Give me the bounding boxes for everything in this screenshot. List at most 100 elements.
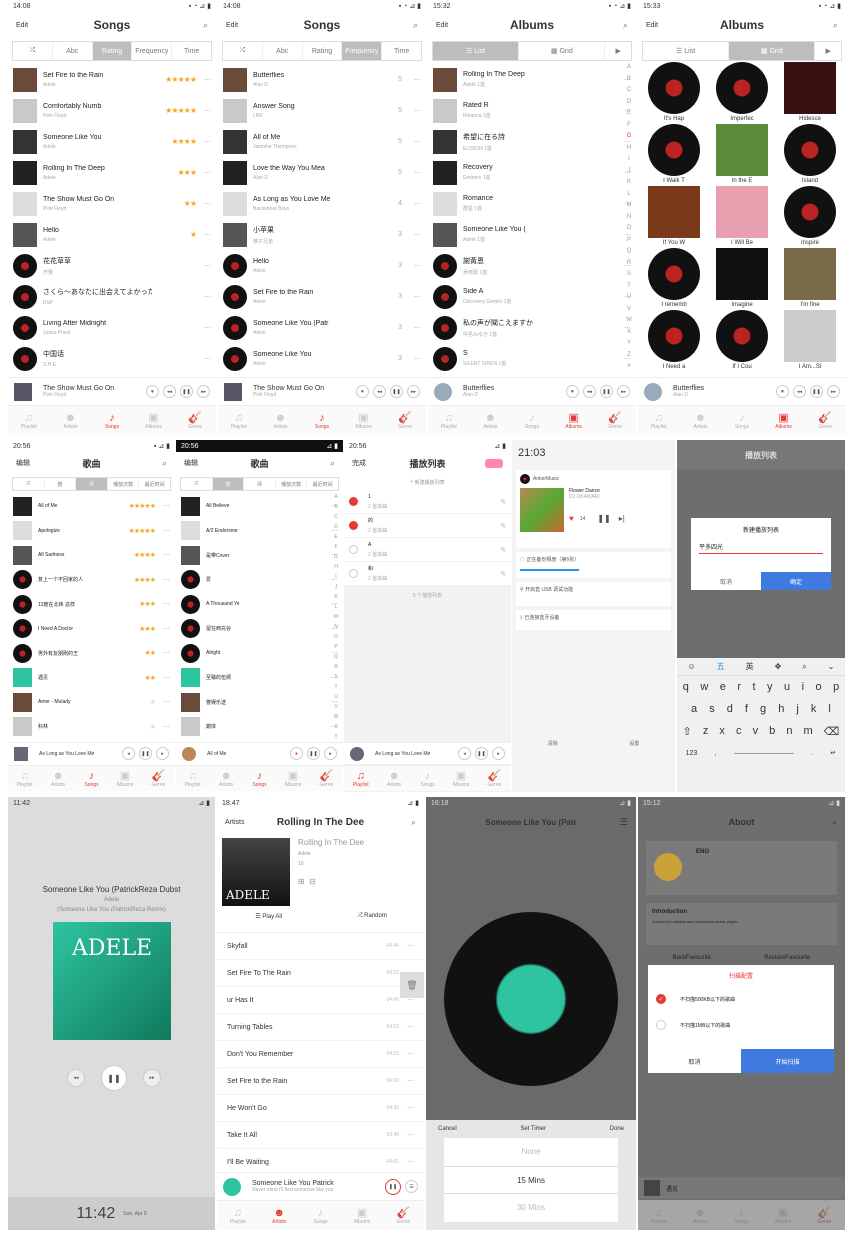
tab-playlist[interactable]: ♫ Playlist	[638, 406, 680, 435]
prev-icon[interactable]: ◂	[458, 747, 471, 760]
back-button[interactable]: Artists	[225, 819, 244, 826]
tab-genre[interactable]: 🎸 Genre	[804, 1201, 845, 1230]
album-cell[interactable]: I rememb	[648, 248, 700, 308]
cancel-button[interactable]: 取消	[691, 572, 761, 590]
list-item[interactable]: Rolling In The Deep Adele ★★★ ⋯	[8, 157, 216, 188]
english-button[interactable]: 英	[746, 661, 754, 672]
backup-favourite-button[interactable]: BackFavourite	[673, 955, 711, 961]
next-icon[interactable]: ▸▸	[197, 385, 210, 398]
index-letter[interactable]: B	[332, 502, 340, 512]
list-item[interactable]: Set Fire to the Rain Adele 3 ⋯	[218, 281, 426, 312]
list-item[interactable]: Amer - Mulady ★ ⋯	[8, 690, 175, 715]
tab-genre[interactable]: 🎸 Genre	[384, 406, 426, 435]
pause-icon[interactable]: ❚❚	[139, 747, 152, 760]
list-item[interactable]: All of Me Jasmine Thompson 5 ⋯	[218, 126, 426, 157]
backup-notification[interactable]: ☁ 正在备份相册（第6张）	[516, 552, 671, 578]
heart-icon[interactable]: ♥	[569, 514, 574, 523]
more-icon[interactable]: ⋯	[163, 576, 170, 584]
next-icon[interactable]: ▸|	[619, 514, 625, 523]
list-item[interactable]: Rolling In The Deep Adele 1首 ⋯	[428, 64, 636, 95]
index-letter[interactable]: C	[332, 512, 340, 522]
more-icon[interactable]: ⋯	[407, 942, 414, 950]
index-letter[interactable]: N	[332, 622, 340, 632]
list-item[interactable]: 男外有友朋刚的王 ★★ ⋯	[8, 641, 175, 666]
index-letter[interactable]: L	[625, 189, 633, 201]
more-icon[interactable]: ⋯	[414, 231, 421, 239]
tab-playlist[interactable]: ♫ Playlist	[218, 406, 260, 435]
tab-artists[interactable]: ☻ Artists	[680, 406, 722, 435]
play-all-button[interactable]: ☰ Play All	[217, 913, 321, 932]
more-icon[interactable]: ⋯	[163, 698, 170, 706]
more-icon[interactable]: ⋯	[163, 723, 170, 731]
playlist-row[interactable]: A 2 首单曲 ✎	[344, 538, 511, 562]
more-icon[interactable]: ⋯	[204, 76, 211, 84]
more-icon[interactable]: ⋯	[204, 169, 211, 177]
tab-abc[interactable]: Abc	[53, 42, 93, 60]
tab-genre[interactable]: 🎸 Genre	[310, 766, 343, 791]
tab-time[interactable]: Time	[382, 42, 421, 60]
playlist-row[interactable]: 1 2 首单曲 ✎	[344, 490, 511, 514]
list-item[interactable]: 科林 ★ ⋯	[8, 715, 175, 740]
alphabet-index[interactable]: ABCDEFGHIJKLMNOPQRSTUVWXYZ#	[332, 492, 340, 762]
tab-albums[interactable]: ▣ Albums	[343, 406, 385, 435]
list-item[interactable]: Butterflies Alan D 5 ⋯	[218, 64, 426, 95]
start-scan-button[interactable]: 开始扫描	[741, 1049, 834, 1073]
comma-key[interactable]: ,	[715, 750, 717, 757]
playlist-row[interactable]: 和 2 首单曲 ✎	[344, 562, 511, 586]
tab-abc[interactable]: Abc	[263, 42, 303, 60]
index-letter[interactable]: A	[332, 492, 340, 502]
bluetooth-notification[interactable]: ᛒ 已连接蓝牙设备	[516, 610, 671, 630]
play-icon[interactable]: ▶	[605, 42, 631, 60]
key-e[interactable]: e	[720, 681, 726, 693]
music-notification[interactable]: AnkerMusic Flower Dance DJ OKAWARI ♥ 14 ❚❚ ▸…	[516, 470, 671, 548]
rating-stars[interactable]: ★	[152, 230, 197, 239]
list-item[interactable]: Answer Song LRK 5 ⋯	[218, 95, 426, 126]
list-item[interactable]: 留在西充谷 ⋯	[176, 617, 343, 642]
more-icon[interactable]: ⋯	[414, 200, 421, 208]
key-u[interactable]: u	[784, 681, 790, 693]
shift-key[interactable]: ⇧	[683, 725, 692, 738]
next-icon[interactable]: ▸▸	[617, 385, 630, 398]
tab-artists[interactable]: ☻ Artists	[41, 766, 74, 791]
list-item[interactable]: 爱 ⋯	[176, 568, 343, 593]
index-letter[interactable]: S	[332, 672, 340, 682]
tab-frequency[interactable]: Frequency	[342, 42, 383, 60]
list-item[interactable]: Someone Like You (Patr Adele 3 ⋯	[218, 312, 426, 343]
unchecked-icon[interactable]	[349, 545, 358, 554]
list-item[interactable]: 遇见 ★★ ⋯	[8, 666, 175, 691]
key-q[interactable]: q	[683, 681, 689, 693]
edit-button[interactable]: Edit	[436, 22, 448, 29]
album-cell[interactable]: Imagine	[716, 248, 768, 308]
index-letter[interactable]: #	[625, 361, 633, 373]
key-f[interactable]: f	[745, 703, 748, 715]
list-item[interactable]: 中国话 S.H.E ⋯	[8, 343, 216, 374]
menu-icon[interactable]: ☰	[620, 817, 628, 828]
index-letter[interactable]: U	[625, 292, 633, 304]
tab-genre[interactable]: 🎸 Genre	[594, 406, 636, 435]
add-button[interactable]	[485, 458, 503, 468]
alphabet-index[interactable]: ABCDEFGHIJKLMNOPQRSTUVWXYZ#	[625, 62, 633, 373]
prev-icon[interactable]: ◂◂	[163, 385, 176, 398]
number-key[interactable]: 123	[686, 750, 698, 757]
index-letter[interactable]: O	[332, 632, 340, 642]
tab-time[interactable]: 最近时间	[139, 478, 170, 490]
next-icon[interactable]: ▸	[324, 747, 337, 760]
more-icon[interactable]: ⋯	[407, 1077, 414, 1085]
next-icon[interactable]: ▸▸	[143, 1069, 161, 1087]
album-cell[interactable]: Island	[784, 124, 836, 184]
now-playing-bar[interactable]: As Long as You Love Me ◂ ❚❚ ▸	[344, 742, 511, 764]
key-l[interactable]: l	[828, 703, 830, 715]
album-cell[interactable]: Hidesce	[784, 62, 836, 122]
index-letter[interactable]: Q	[332, 652, 340, 662]
pause-icon[interactable]: ❚❚	[101, 1065, 127, 1091]
index-letter[interactable]: E	[332, 532, 340, 542]
list-item[interactable]: Living After Midnight Judas Priest ⋯	[8, 312, 216, 343]
list-item[interactable]: Side A Discovery Gemini 1首 ⋯	[428, 281, 636, 312]
key-m[interactable]: m	[804, 725, 813, 737]
tab-genre[interactable]: 🎸 Genre	[478, 766, 511, 791]
tab-albums[interactable]: ▣ Albums	[108, 766, 141, 791]
list-item[interactable]: All Sadness ★★★★ ⋯	[8, 543, 175, 568]
tab-artists[interactable]: ☻ Artists	[470, 406, 512, 435]
list-item[interactable]: Hello Adele ★ ⋯	[8, 219, 216, 250]
enter-key[interactable]: ↵	[830, 749, 836, 757]
